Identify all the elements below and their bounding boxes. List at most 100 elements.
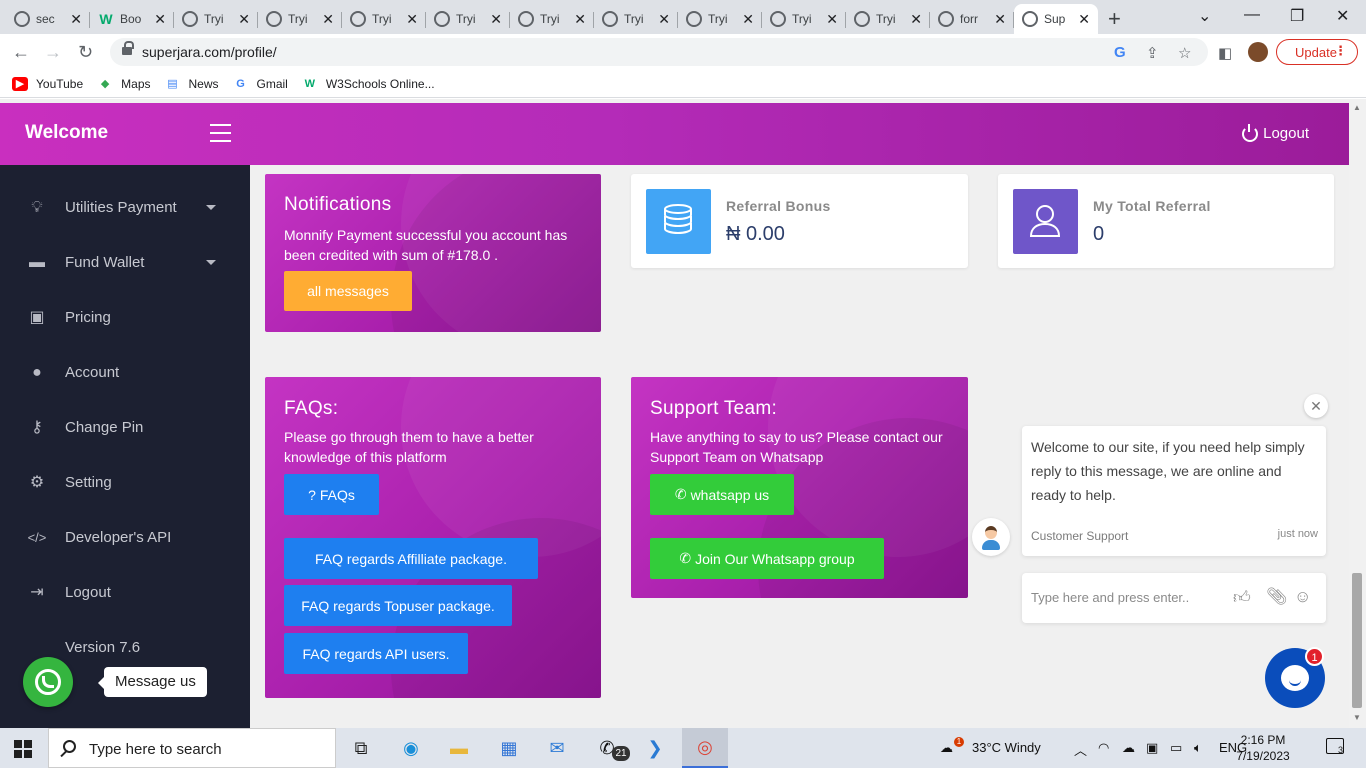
message-us-label[interactable]: Message us bbox=[98, 667, 207, 697]
url-text[interactable]: superjara.com/profile/ bbox=[142, 44, 277, 60]
bookmark-item[interactable]: ▶ YouTube bbox=[12, 76, 83, 91]
bookmark-star-icon[interactable]: ☆ bbox=[1178, 44, 1191, 62]
sidebar-item-account[interactable]: ● Account bbox=[0, 358, 250, 388]
hamburger-menu-icon[interactable] bbox=[210, 124, 231, 142]
faqs-button[interactable]: ? FAQs bbox=[284, 474, 379, 515]
taskbar-clock[interactable]: 2:16 PM 7/19/2023 bbox=[1228, 732, 1298, 764]
share-icon[interactable]: ⇪ bbox=[1146, 44, 1159, 62]
microsoft-store-icon[interactable]: ▦ bbox=[486, 728, 532, 768]
tab-close-icon[interactable]: ✕ bbox=[322, 11, 334, 28]
new-tab-button[interactable]: + bbox=[1108, 6, 1121, 32]
notification-center-icon[interactable]: 3 bbox=[1326, 738, 1344, 755]
sidebar-item-utilities-payment[interactable]: 💡︎ Utilities Payment bbox=[0, 193, 250, 223]
back-button[interactable]: ← bbox=[12, 42, 30, 63]
meet-now-icon[interactable]: ▣ bbox=[1146, 740, 1158, 756]
browser-tab[interactable]: W Boo ✕ bbox=[90, 4, 174, 34]
tab-close-icon[interactable]: ✕ bbox=[826, 11, 838, 28]
address-toolbar: ← → ↻ superjara.com/profile/ G ⇪ ☆ ◧ bbox=[0, 34, 1366, 70]
lock-icon[interactable] bbox=[122, 41, 134, 57]
chrome-icon[interactable]: ◎ bbox=[682, 728, 728, 768]
header-logout-button[interactable]: Logout bbox=[1242, 123, 1309, 142]
page-scrollbar[interactable]: ▲ ▼ bbox=[1349, 99, 1366, 728]
task-view-icon[interactable]: ⧉ bbox=[338, 728, 384, 768]
faq-api-users-button[interactable]: FAQ regards API users. bbox=[284, 633, 468, 674]
sidebar-item-fund-wallet[interactable]: ▬ Fund Wallet bbox=[0, 248, 250, 278]
tab-close-icon[interactable]: ✕ bbox=[994, 11, 1006, 28]
tray-chevron-icon[interactable]: ︿ bbox=[1074, 740, 1087, 759]
network-icon[interactable]: ◠ bbox=[1098, 740, 1109, 756]
browser-tab[interactable]: Sup ✕ bbox=[1014, 4, 1098, 34]
browser-tab[interactable]: Tryi ✕ bbox=[426, 4, 510, 34]
reload-button[interactable]: ↻ bbox=[78, 42, 93, 63]
faq-topuser-button[interactable]: FAQ regards Topuser package. bbox=[284, 585, 512, 626]
restore-button[interactable]: ❐ bbox=[1290, 6, 1304, 26]
browser-tab[interactable]: sec ✕ bbox=[6, 4, 90, 34]
thumbs-up-icon[interactable]: 👍︎ bbox=[1233, 587, 1251, 608]
weather-icon[interactable]: ☁ bbox=[940, 740, 953, 756]
browser-tab[interactable]: Tryi ✕ bbox=[846, 4, 930, 34]
volume-icon[interactable]: 🔈︎ bbox=[1194, 740, 1202, 756]
emoji-icon[interactable]: ☺ bbox=[1294, 587, 1311, 607]
minimize-button[interactable]: — bbox=[1244, 6, 1260, 24]
tab-close-icon[interactable]: ✕ bbox=[910, 11, 922, 28]
update-button[interactable]: Update ⋮ bbox=[1276, 39, 1358, 65]
gear-icon: ⚙ bbox=[29, 474, 45, 491]
browser-tab[interactable]: Tryi ✕ bbox=[174, 4, 258, 34]
all-messages-button[interactable]: all messages bbox=[284, 271, 412, 311]
whatsapp-float-button[interactable] bbox=[23, 657, 73, 707]
whatsapp-us-button[interactable]: ✆ whatsapp us bbox=[650, 474, 794, 515]
browser-tab[interactable]: Tryi ✕ bbox=[510, 4, 594, 34]
tab-search-icon[interactable]: ⌄ bbox=[1198, 6, 1211, 26]
taskbar-search-box[interactable]: Type here to search bbox=[48, 728, 336, 768]
tab-close-icon[interactable]: ✕ bbox=[154, 11, 166, 28]
paperclip-icon[interactable]: 📎︎ bbox=[1266, 587, 1288, 607]
mail-icon[interactable]: ✉ bbox=[534, 728, 580, 768]
browser-tab[interactable]: Tryi ✕ bbox=[342, 4, 426, 34]
tab-close-icon[interactable]: ✕ bbox=[1078, 11, 1090, 28]
tab-close-icon[interactable]: ✕ bbox=[406, 11, 418, 28]
windows-start-icon[interactable] bbox=[14, 740, 32, 758]
browser-tab[interactable]: Tryi ✕ bbox=[258, 4, 342, 34]
browser-tab[interactable]: Tryi ✕ bbox=[594, 4, 678, 34]
vscode-icon[interactable]: ❯ bbox=[632, 728, 678, 768]
onedrive-icon[interactable]: ☁ bbox=[1122, 740, 1135, 756]
tab-close-icon[interactable]: ✕ bbox=[574, 11, 586, 28]
sidebar-item-change-pin[interactable]: ⚷ Change Pin bbox=[0, 413, 250, 443]
bookmark-item[interactable]: G Gmail bbox=[233, 77, 288, 91]
tab-close-icon[interactable]: ✕ bbox=[238, 11, 250, 28]
caret-down-icon bbox=[206, 205, 216, 210]
sidebar-item-logout[interactable]: ⇥ Logout bbox=[0, 578, 250, 608]
support-title: Support Team: bbox=[650, 398, 778, 419]
close-window-button[interactable]: ✕ bbox=[1336, 6, 1349, 26]
browser-tab[interactable]: Tryi ✕ bbox=[762, 4, 846, 34]
tab-close-icon[interactable]: ✕ bbox=[490, 11, 502, 28]
weather-text[interactable]: 33°C Windy bbox=[972, 740, 1041, 755]
browser-tab[interactable]: forr ✕ bbox=[930, 4, 1014, 34]
profile-avatar[interactable] bbox=[1248, 42, 1268, 62]
sidebar-item-label: Logout bbox=[65, 584, 111, 601]
scrollbar-thumb[interactable] bbox=[1352, 573, 1362, 708]
browser-tab[interactable]: Tryi ✕ bbox=[678, 4, 762, 34]
join-whatsapp-group-button[interactable]: ✆ Join Our Whatsapp group bbox=[650, 538, 884, 579]
edge-icon[interactable]: ◉ bbox=[388, 728, 434, 768]
bookmark-item[interactable]: W W3Schools Online... bbox=[302, 77, 435, 91]
clock-time: 2:16 PM bbox=[1240, 733, 1286, 747]
sidebar-item-developer-s-api[interactable]: </> Developer's API bbox=[0, 523, 250, 553]
forward-button[interactable]: → bbox=[44, 42, 62, 63]
side-panel-icon[interactable]: ◧ bbox=[1218, 44, 1232, 62]
file-explorer-icon[interactable]: ▬ bbox=[436, 728, 482, 768]
tab-close-icon[interactable]: ✕ bbox=[658, 11, 670, 28]
google-translate-icon[interactable]: G bbox=[1114, 44, 1126, 61]
bookmark-item[interactable]: ▤ News bbox=[165, 77, 218, 91]
sidebar-item-pricing[interactable]: ▣ Pricing bbox=[0, 303, 250, 333]
sidebar-item-setting[interactable]: ⚙ Setting bbox=[0, 468, 250, 498]
battery-icon[interactable]: ▭ bbox=[1170, 740, 1182, 756]
chat-launcher-button[interactable]: 1 bbox=[1265, 647, 1325, 708]
address-bar[interactable]: superjara.com/profile/ bbox=[110, 38, 1208, 66]
tab-close-icon[interactable]: ✕ bbox=[742, 11, 754, 28]
faq-affiliate-button[interactable]: FAQ regards Affilliate package. bbox=[284, 538, 538, 579]
bookmark-item[interactable]: ◆ Maps bbox=[97, 77, 151, 91]
tab-close-icon[interactable]: ✕ bbox=[70, 11, 82, 28]
chat-reply-input[interactable]: Type here and press enter.. 👍︎ 📎︎ ☺ bbox=[1022, 573, 1326, 623]
chat-close-button[interactable]: ✕ bbox=[1304, 394, 1328, 418]
